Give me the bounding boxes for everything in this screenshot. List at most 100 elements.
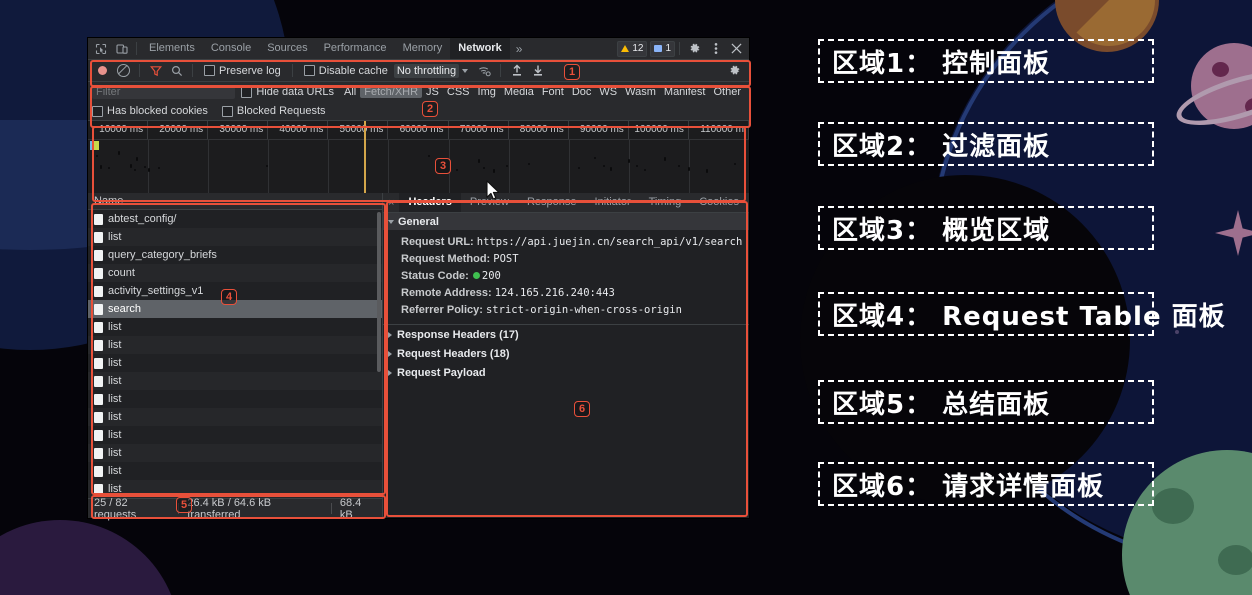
settings-gear-icon[interactable]: [685, 40, 704, 57]
warning-badge[interactable]: 12: [617, 40, 648, 57]
control-divider-2: [192, 64, 193, 77]
request-row[interactable]: list: [88, 426, 382, 444]
network-settings-gear-icon[interactable]: [725, 62, 744, 79]
request-row[interactable]: list: [88, 372, 382, 390]
filter-type-img[interactable]: Img: [474, 86, 500, 98]
overview-request-dot: [96, 155, 98, 157]
general-value: 200: [481, 270, 501, 282]
preserve-log-checkbox[interactable]: Preserve log: [204, 65, 281, 77]
request-row[interactable]: list: [88, 462, 382, 480]
filter-type-fetch-xhr[interactable]: Fetch/XHR: [360, 86, 423, 98]
filter-type-doc[interactable]: Doc: [568, 86, 596, 98]
region-1-marker: 1: [564, 64, 580, 80]
overview-dclevent-marker: [364, 121, 366, 193]
request-row[interactable]: count: [88, 264, 382, 282]
overview-request-dot: [144, 166, 146, 168]
message-badge[interactable]: 1: [650, 40, 675, 57]
annotation-box-5: 区域5： 总结面板: [818, 380, 1154, 424]
general-section-header[interactable]: General: [383, 213, 749, 230]
overview-request-dot: [644, 169, 646, 171]
filter-type-media[interactable]: Media: [500, 86, 538, 98]
tab-memory[interactable]: Memory: [395, 38, 451, 59]
overview-request-dot: [706, 169, 708, 173]
detail-tab-timing[interactable]: Timing: [640, 193, 691, 212]
request-table-header[interactable]: Name: [88, 193, 382, 210]
request-row[interactable]: list: [88, 336, 382, 354]
general-row: Request Method: POST: [383, 251, 749, 268]
tab-network[interactable]: Network: [450, 38, 510, 59]
request-headers-section[interactable]: Request Headers (18): [383, 344, 749, 363]
kebab-menu-icon[interactable]: [706, 40, 725, 57]
disable-cache-checkbox[interactable]: Disable cache: [303, 65, 388, 77]
network-conditions-icon[interactable]: [475, 62, 494, 79]
request-row[interactable]: list: [88, 480, 382, 498]
annotation-box-2: 区域2： 过滤面板: [818, 122, 1154, 166]
overview-request-dot: [493, 169, 495, 173]
request-row[interactable]: list: [88, 390, 382, 408]
planet-pink-crater-1: [1212, 62, 1229, 77]
general-key: Status Code:: [401, 270, 472, 282]
hide-data-urls-checkbox[interactable]: Hide data URLs: [241, 86, 334, 98]
filter-type-manifest[interactable]: Manifest: [660, 86, 710, 98]
detail-tab-initiator[interactable]: Initiator: [586, 193, 640, 212]
more-tabs-icon[interactable]: »: [510, 42, 529, 56]
overview-tick-label: 20000 ms: [148, 121, 209, 139]
record-button[interactable]: [93, 62, 112, 79]
detail-tab-cookies[interactable]: Cookies: [690, 193, 748, 212]
overview-request-dot: [636, 165, 638, 167]
request-row[interactable]: list: [88, 228, 382, 246]
request-name: list: [108, 429, 122, 441]
device-toolbar-icon[interactable]: [112, 40, 131, 57]
filter-type-js[interactable]: JS: [422, 86, 443, 98]
request-row[interactable]: list: [88, 318, 382, 336]
filter-type-css[interactable]: CSS: [443, 86, 474, 98]
throttling-select[interactable]: No throttling: [393, 63, 460, 78]
warning-triangle-icon: [621, 45, 630, 52]
filter-toggle-button[interactable]: [146, 62, 165, 79]
response-headers-section[interactable]: Response Headers (17): [383, 325, 749, 344]
request-row[interactable]: list: [88, 444, 382, 462]
general-rows: Request URL: https://api.juejin.cn/searc…: [383, 230, 749, 325]
filter-type-all[interactable]: All: [340, 86, 360, 98]
request-row[interactable]: query_category_briefs: [88, 246, 382, 264]
overview-request-dot: [158, 167, 160, 169]
inspect-element-icon[interactable]: [91, 40, 110, 57]
filter-type-wasm[interactable]: Wasm: [621, 86, 660, 98]
has-blocked-cookies-checkbox[interactable]: Has blocked cookies: [92, 105, 208, 117]
request-list[interactable]: abtest_config/list query_category_briefs c…: [88, 210, 382, 498]
clear-button[interactable]: [114, 62, 133, 79]
overview-request-dot: [734, 163, 736, 165]
tab-console[interactable]: Console: [203, 38, 259, 59]
request-row[interactable]: list: [88, 408, 382, 426]
tab-elements[interactable]: Elements: [141, 38, 203, 59]
detail-tab-response[interactable]: Response: [518, 193, 586, 212]
filter-type-ws[interactable]: WS: [595, 86, 621, 98]
overview-request-dot: [428, 155, 430, 157]
blocked-row: Has blocked cookies Blocked Requests: [88, 102, 749, 120]
request-file-icon: [94, 483, 103, 495]
has-blocked-cookies-label: Has blocked cookies: [107, 105, 208, 117]
filter-type-font[interactable]: Font: [538, 86, 568, 98]
overview-gridline: [208, 139, 210, 193]
close-devtools-icon[interactable]: [727, 40, 746, 57]
filter-input[interactable]: Filter: [92, 85, 236, 99]
close-detail-icon[interactable]: ×: [383, 197, 399, 209]
request-row[interactable]: list: [88, 354, 382, 372]
export-har-icon[interactable]: [528, 62, 547, 79]
tabbar-divider: [136, 42, 137, 55]
network-overview[interactable]: 10000 ms 20000 ms 30000 ms 40000 ms 50000 ms…: [88, 121, 749, 193]
request-row[interactable]: abtest_config/: [88, 210, 382, 228]
request-list-scrollbar[interactable]: [377, 212, 381, 372]
request-payload-section[interactable]: Request Payload: [383, 363, 749, 382]
detail-tab-headers[interactable]: Headers: [399, 193, 461, 212]
blocked-requests-checkbox[interactable]: Blocked Requests: [221, 105, 326, 117]
filter-type-other[interactable]: Other: [709, 86, 745, 98]
tab-performance[interactable]: Performance: [316, 38, 395, 59]
tab-sources[interactable]: Sources: [259, 38, 315, 59]
request-name: search: [108, 303, 142, 315]
overview-request-dot: [108, 167, 110, 169]
blocked-requests-box-icon: [221, 105, 233, 117]
chevron-down-icon[interactable]: [462, 68, 469, 73]
search-icon[interactable]: [167, 62, 186, 79]
import-har-icon[interactable]: [507, 62, 526, 79]
